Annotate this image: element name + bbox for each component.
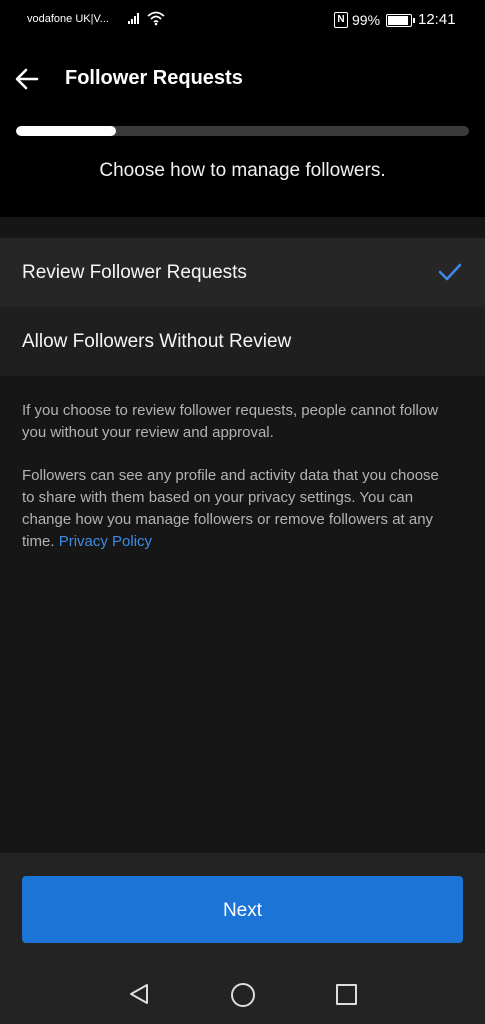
progress-fill (16, 126, 116, 136)
privacy-policy-link[interactable]: Privacy Policy (59, 533, 152, 550)
page-title: Follower Requests (65, 67, 243, 89)
page-subtitle: Choose how to manage followers. (99, 160, 386, 181)
description-paragraph-2: Followers can see any profile and activi… (22, 465, 452, 553)
follower-options: Review Follower Requests Allow Followers… (0, 238, 485, 377)
wifi-icon (147, 11, 165, 26)
description-paragraph: If you choose to review follower request… (22, 402, 439, 441)
checkmark-icon (438, 263, 462, 281)
carrier-name: vodafone UK|V... (27, 13, 109, 25)
nav-home-icon[interactable] (231, 983, 255, 1007)
battery-icon (386, 14, 415, 27)
next-button[interactable]: Next (22, 876, 463, 943)
clock: 12:41 (418, 11, 456, 28)
nfc-icon: N (334, 12, 348, 28)
next-button-label: Next (222, 900, 263, 921)
nav-recent-apps-icon[interactable] (336, 984, 357, 1005)
header: Follower Requests Choose how to manage f… (0, 40, 485, 217)
option-label: Allow Followers Without Review (22, 331, 292, 352)
option-review-follower-requests[interactable]: Review Follower Requests (0, 238, 485, 307)
signal-icon (128, 13, 139, 24)
battery-percent: 99% (352, 12, 381, 28)
option-label: Review Follower Requests (22, 262, 247, 283)
nav-back-icon[interactable] (128, 983, 150, 1005)
description: If you choose to review follower request… (22, 400, 452, 574)
footer: Next (0, 853, 485, 1024)
option-allow-followers-without-review[interactable]: Allow Followers Without Review (0, 307, 485, 376)
status-bar: vodafone UK|V... N 99% 12:41 (0, 0, 485, 40)
back-arrow-icon[interactable] (14, 66, 40, 92)
progress-bar (16, 126, 469, 136)
